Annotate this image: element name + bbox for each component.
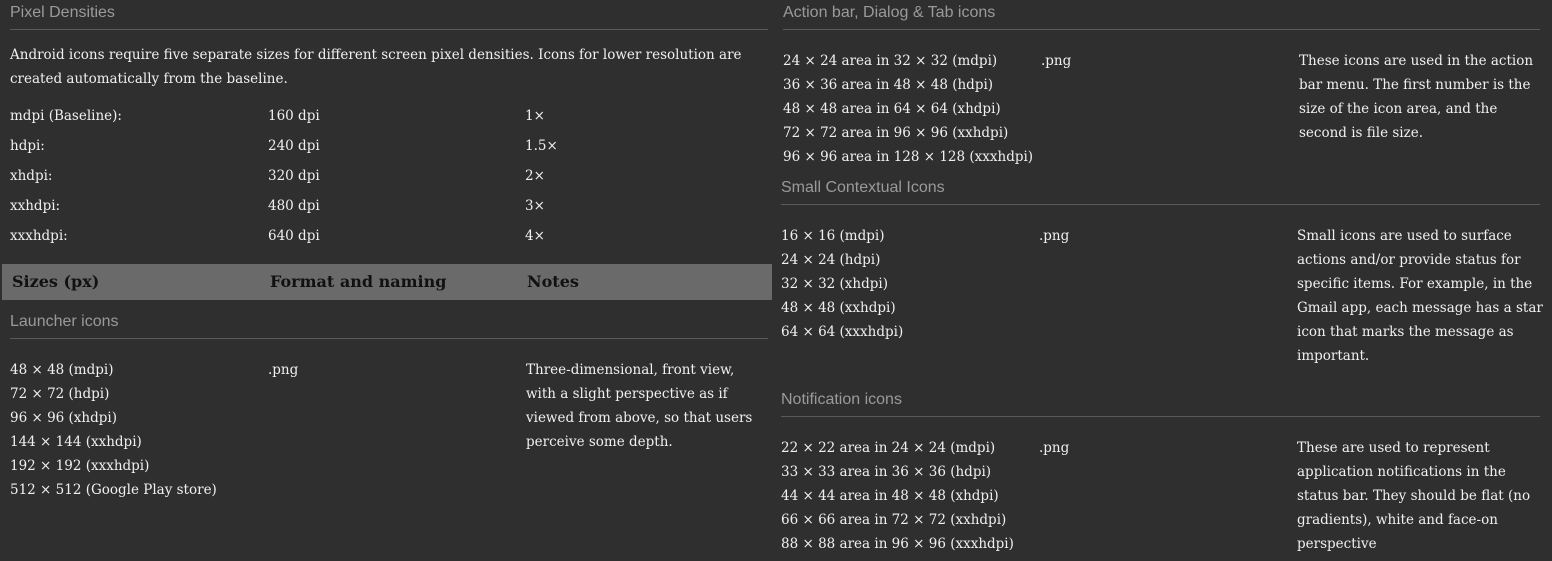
- divider: [10, 29, 768, 30]
- pixel-densities-title: Pixel Densities: [10, 4, 115, 21]
- size-item: 512 × 512 (Google Play store): [10, 482, 217, 498]
- divider: [10, 338, 768, 339]
- size-item: 33 × 33 area in 36 × 36 (hdpi): [781, 464, 992, 480]
- density-scale: 1×: [525, 108, 545, 124]
- note-line: size of the icon area, and the: [1299, 101, 1498, 117]
- density-name: hdpi:: [10, 138, 45, 154]
- note-line: Gmail app, each message has a star: [1297, 300, 1543, 316]
- note-line: These icons are used in the action: [1299, 53, 1534, 69]
- note-line: bar menu. The first number is the: [1299, 77, 1531, 93]
- small-contextual-format: .png: [1039, 228, 1070, 244]
- note-line: specific items. For example, in the: [1297, 276, 1533, 292]
- pixel-densities-intro: Android icons require five separate size…: [10, 47, 742, 87]
- size-item: 72 × 72 area in 96 × 96 (xxhdpi): [783, 125, 1009, 141]
- size-item: 32 × 32 (xhdpi): [781, 276, 888, 292]
- note-line: icon that marks the message as: [1297, 324, 1514, 340]
- size-item: 36 × 36 area in 48 × 48 (hdpi): [783, 77, 994, 93]
- size-item: 88 × 88 area in 96 × 96 (xxxhdpi): [781, 536, 1014, 552]
- launcher-sizes: 48 × 48 (mdpi) 72 × 72 (hdpi) 96 × 96 (x…: [10, 358, 217, 502]
- header-notes: Notes: [527, 272, 579, 291]
- note-line: Small icons are used to surface: [1297, 228, 1512, 244]
- small-contextual-title: Small Contextual Icons: [781, 179, 945, 196]
- note-line: gradients), white and face-on: [1297, 512, 1498, 528]
- launcher-notes: Three-dimensional, front view, with a sl…: [526, 358, 752, 454]
- header-format: Format and naming: [270, 272, 447, 291]
- notification-notes: These are used to represent application …: [1297, 436, 1530, 556]
- size-item: 144 × 144 (xxhdpi): [10, 434, 142, 450]
- small-contextual-sizes: 16 × 16 (mdpi) 24 × 24 (hdpi) 32 × 32 (x…: [781, 224, 903, 344]
- header-sizes: Sizes (px): [12, 272, 100, 291]
- note-line: second is file size.: [1299, 125, 1424, 141]
- action-bar-title: Action bar, Dialog & Tab icons: [783, 4, 996, 21]
- note-line: with a slight perspective as if: [526, 386, 728, 402]
- size-item: 96 × 96 area in 128 × 128 (xxxhdpi): [783, 149, 1034, 165]
- note-line: application notifications in the: [1297, 464, 1506, 480]
- note-line: viewed from above, so that users: [526, 410, 753, 426]
- note-line: important.: [1297, 348, 1370, 364]
- launcher-title: Launcher icons: [10, 313, 119, 330]
- action-bar-sizes: 24 × 24 area in 32 × 32 (mdpi) 36 × 36 a…: [783, 49, 1033, 169]
- density-dpi: 240 dpi: [268, 138, 320, 154]
- density-name: xxxhdpi:: [10, 228, 68, 244]
- size-item: 48 × 48 area in 64 × 64 (xhdpi): [783, 101, 1001, 117]
- size-item: 22 × 22 area in 24 × 24 (mdpi): [781, 440, 996, 456]
- density-scale: 4×: [525, 228, 545, 244]
- density-scale: 3×: [525, 198, 545, 214]
- density-scale: 2×: [525, 168, 545, 184]
- launcher-format: .png: [268, 362, 299, 378]
- note-line: perspective: [1297, 536, 1377, 552]
- size-item: 66 × 66 area in 72 × 72 (xxhdpi): [781, 512, 1007, 528]
- divider: [783, 29, 1540, 30]
- density-dpi: 320 dpi: [268, 168, 320, 184]
- size-item: 192 × 192 (xxxhdpi): [10, 458, 150, 474]
- divider: [781, 204, 1540, 205]
- size-item: 64 × 64 (xxxhdpi): [781, 324, 904, 340]
- size-item: 48 × 48 (xxhdpi): [781, 300, 896, 316]
- density-name: xhdpi:: [10, 168, 53, 184]
- size-item: 96 × 96 (xhdpi): [10, 410, 117, 426]
- size-item: 24 × 24 (hdpi): [781, 252, 881, 268]
- size-item: 24 × 24 area in 32 × 32 (mdpi): [783, 53, 998, 69]
- size-item: 48 × 48 (mdpi): [10, 362, 114, 378]
- notification-title: Notification icons: [781, 391, 902, 408]
- note-line: These are used to represent: [1297, 440, 1490, 456]
- size-item: 16 × 16 (mdpi): [781, 228, 885, 244]
- note-line: actions and/or provide status for: [1297, 252, 1521, 268]
- note-line: status bar. They should be flat (no: [1297, 488, 1531, 504]
- density-name: mdpi (Baseline):: [10, 108, 122, 124]
- note-line: Three-dimensional, front view,: [526, 362, 735, 378]
- note-line: perceive some depth.: [526, 434, 673, 450]
- density-name: xxhdpi:: [10, 198, 61, 214]
- action-bar-format: .png: [1041, 53, 1072, 69]
- small-contextual-notes: Small icons are used to surface actions …: [1297, 224, 1543, 368]
- action-bar-notes: These icons are used in the action bar m…: [1299, 49, 1533, 145]
- size-item: 72 × 72 (hdpi): [10, 386, 110, 402]
- notification-sizes: 22 × 22 area in 24 × 24 (mdpi) 33 × 33 a…: [781, 436, 1014, 556]
- density-dpi: 480 dpi: [268, 198, 320, 214]
- notification-format: .png: [1039, 440, 1070, 456]
- density-dpi: 160 dpi: [268, 108, 320, 124]
- density-dpi: 640 dpi: [268, 228, 320, 244]
- divider: [781, 416, 1540, 417]
- density-scale: 1.5×: [525, 138, 558, 154]
- size-item: 44 × 44 area in 48 × 48 (xhdpi): [781, 488, 999, 504]
